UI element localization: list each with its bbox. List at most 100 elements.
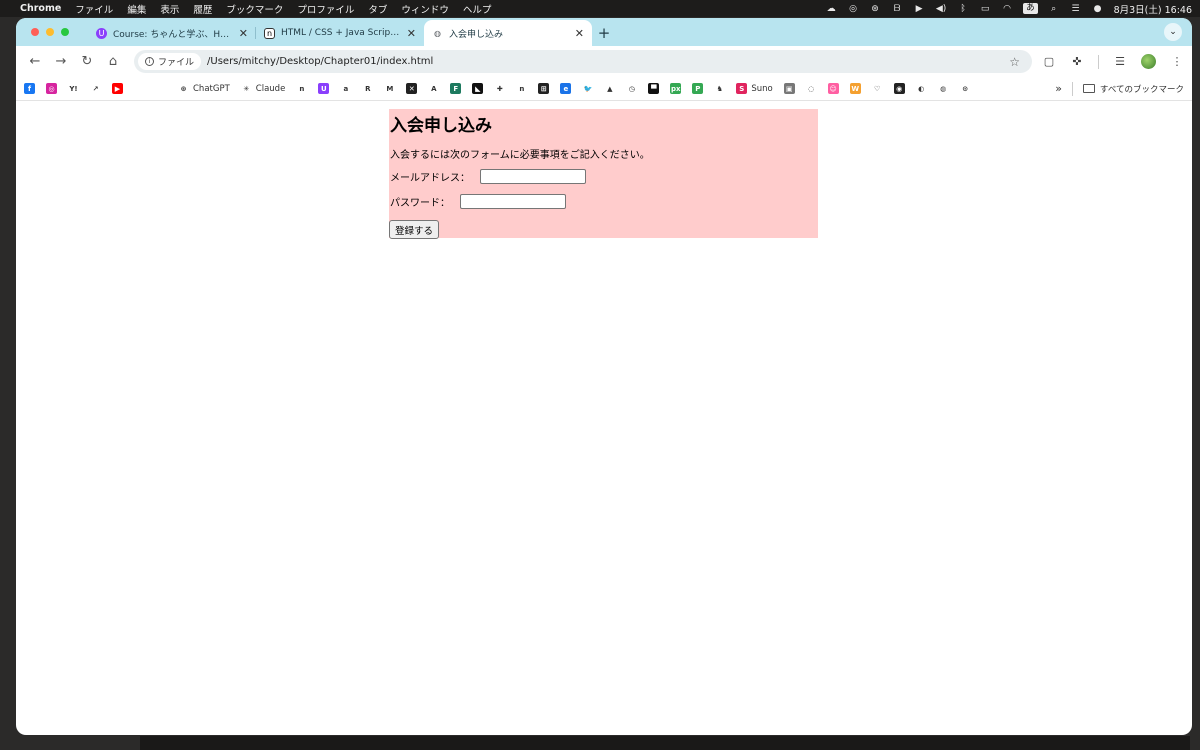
more-bookmarks-chevron-icon[interactable]: »	[1055, 82, 1062, 95]
extensions-puzzle-icon[interactable]: ✜	[1070, 55, 1084, 69]
bookmark-favicon-icon: e	[560, 83, 572, 94]
bookmark-favicon-icon: S	[736, 83, 748, 94]
address-bar[interactable]: i ファイル /Users/mitchy/Desktop/Chapter01/i…	[134, 50, 1032, 73]
bookmark-item[interactable]: ▶	[112, 83, 123, 94]
close-tab-icon[interactable]: ✕	[239, 27, 248, 40]
reading-list-icon[interactable]: ☰	[1113, 55, 1127, 69]
tab-search-chevron-icon[interactable]: ⌄	[1164, 23, 1182, 41]
menu-window[interactable]: ウィンドウ	[401, 2, 449, 16]
menu-history[interactable]: 履歴	[193, 2, 212, 16]
bookmark-item[interactable]: ⊛ ChatGPT	[178, 83, 230, 94]
bookmark-item[interactable]: a	[340, 83, 352, 94]
close-tab-icon[interactable]: ✕	[407, 27, 416, 40]
bookmark-item[interactable]: ◎	[46, 83, 57, 94]
register-button[interactable]: 登録する	[389, 220, 440, 239]
menu-app-name[interactable]: Chrome	[20, 3, 61, 14]
control-center-icon[interactable]: ☰	[1070, 4, 1082, 14]
bookmark-item[interactable]: ✚	[494, 83, 506, 94]
bookmark-item[interactable]	[134, 83, 145, 94]
menu-bar-status-area: ☁ ◎ ⊛ ᗷ ▶ ◀) ᛒ ▭ ◠ あ ⌕ ☰ ● 8月3日(土) 16:46	[825, 2, 1192, 16]
zoom-window-button[interactable]	[61, 28, 69, 36]
site-info-chip[interactable]: i ファイル	[138, 53, 202, 70]
bookmark-item[interactable]: ☺	[827, 83, 839, 94]
password-field[interactable]	[460, 194, 566, 209]
menu-help[interactable]: ヘルプ	[463, 2, 492, 16]
cloud-icon[interactable]: ☁	[825, 4, 837, 14]
siri-icon[interactable]: ●	[1092, 4, 1104, 14]
reload-icon[interactable]: ↻	[76, 51, 98, 73]
bookmark-item[interactable]: ✕	[406, 83, 418, 94]
url-text[interactable]: /Users/mitchy/Desktop/Chapter01/index.ht…	[207, 56, 1009, 67]
battery-icon[interactable]: ▭	[979, 4, 991, 14]
menu-file[interactable]: ファイル	[75, 2, 113, 16]
bing-icon[interactable]: ᗷ	[891, 4, 903, 14]
email-field[interactable]	[480, 169, 586, 184]
profile-avatar[interactable]	[1141, 54, 1156, 69]
bookmark-favicon-icon: n	[516, 83, 528, 94]
menu-view[interactable]: 表示	[160, 2, 179, 16]
bookmark-item[interactable]: 🐦	[582, 83, 594, 94]
tab-course[interactable]: U Course: ちゃんと学ぶ、HTML/… ✕	[88, 20, 256, 46]
bookmark-item[interactable]: W	[849, 83, 861, 94]
volume-icon[interactable]: ◀)	[935, 4, 947, 14]
bookmark-item[interactable]: R	[362, 83, 374, 94]
bookmark-favicon-icon: M	[384, 83, 396, 94]
spotlight-search-icon[interactable]: ⌕	[1048, 4, 1060, 14]
bookmark-item[interactable]: M	[384, 83, 396, 94]
close-tab-icon[interactable]: ✕	[575, 27, 584, 40]
bookmark-item[interactable]: ◌	[805, 83, 817, 94]
bookmark-item[interactable]: ⊞	[538, 83, 550, 94]
bookmark-item[interactable]: ▣	[783, 83, 795, 94]
bluetooth-icon[interactable]: ᛒ	[957, 4, 969, 14]
new-tab-button[interactable]: +	[592, 20, 616, 46]
menu-bar-clock[interactable]: 8月3日(土) 16:46	[1114, 2, 1192, 16]
close-window-button[interactable]	[31, 28, 39, 36]
forward-arrow-icon[interactable]: →	[50, 51, 72, 73]
macos-menu-bar: Chrome ファイル 編集 表示 履歴 ブックマーク プロファイル タブ ウィ…	[0, 0, 1200, 17]
input-method-indicator[interactable]: あ	[1023, 3, 1038, 14]
bookmark-item[interactable]: ▲	[604, 83, 616, 94]
bookmark-item[interactable]: n	[516, 83, 528, 94]
kebab-menu-icon[interactable]: ⋮	[1170, 55, 1184, 69]
bookmark-favicon-icon: ⊙	[959, 83, 971, 94]
tab-notion[interactable]: n HTML / CSS + Java Script No… ✕	[256, 20, 424, 46]
bookmark-star-icon[interactable]: ☆	[1009, 55, 1020, 69]
bookmark-item[interactable]: ⊙	[959, 83, 971, 94]
bookmark-item[interactable]: F	[450, 83, 462, 94]
menu-bookmarks[interactable]: ブックマーク	[226, 2, 283, 16]
bookmark-item[interactable]: ▀	[648, 83, 660, 94]
creative-cloud-icon[interactable]: ◎	[847, 4, 859, 14]
bookmark-item[interactable]: ◉	[893, 83, 905, 94]
bookmark-item[interactable]: ◐	[915, 83, 927, 94]
menu-edit[interactable]: 編集	[127, 2, 146, 16]
bookmark-item[interactable]: f	[24, 83, 35, 94]
line-extension-icon[interactable]: ▢	[1042, 55, 1056, 69]
bookmark-item[interactable]: ♞	[714, 83, 726, 94]
bookmark-item[interactable]: ◣	[472, 83, 484, 94]
bookmark-item[interactable]: e	[560, 83, 572, 94]
back-arrow-icon[interactable]: ←	[24, 51, 46, 73]
bookmark-item[interactable]: px	[670, 83, 682, 94]
home-icon[interactable]: ⌂	[102, 51, 124, 73]
menu-tab[interactable]: タブ	[368, 2, 387, 16]
play-icon[interactable]: ▶	[913, 4, 925, 14]
bookmark-item[interactable]: ✳ Claude	[240, 83, 285, 94]
bookmark-item[interactable]: Y!	[68, 83, 79, 94]
bookmark-item[interactable]: n	[296, 83, 308, 94]
menu-profile[interactable]: プロファイル	[297, 2, 354, 16]
wifi-icon[interactable]: ◠	[1001, 4, 1013, 14]
bookmark-item[interactable]: U	[318, 83, 330, 94]
bookmark-item[interactable]: ♡	[871, 83, 883, 94]
bookmark-item[interactable]: S Suno	[736, 83, 773, 94]
all-bookmarks-folder[interactable]: すべてのブックマーク	[1082, 83, 1184, 95]
bookmark-item[interactable]: ◍	[937, 83, 949, 94]
bookmark-item[interactable]	[156, 83, 167, 94]
chatgpt-icon[interactable]: ⊛	[869, 4, 881, 14]
tab-active-signup[interactable]: ◍ 入会申し込み ✕	[424, 20, 592, 46]
bookmark-item[interactable]: A	[428, 83, 440, 94]
bookmark-item[interactable]: ↗	[90, 83, 101, 94]
bookmark-favicon-icon: ♡	[871, 83, 883, 94]
bookmark-item[interactable]: P	[692, 83, 704, 94]
bookmark-item[interactable]: ◷	[626, 83, 638, 94]
minimize-window-button[interactable]	[46, 28, 54, 36]
